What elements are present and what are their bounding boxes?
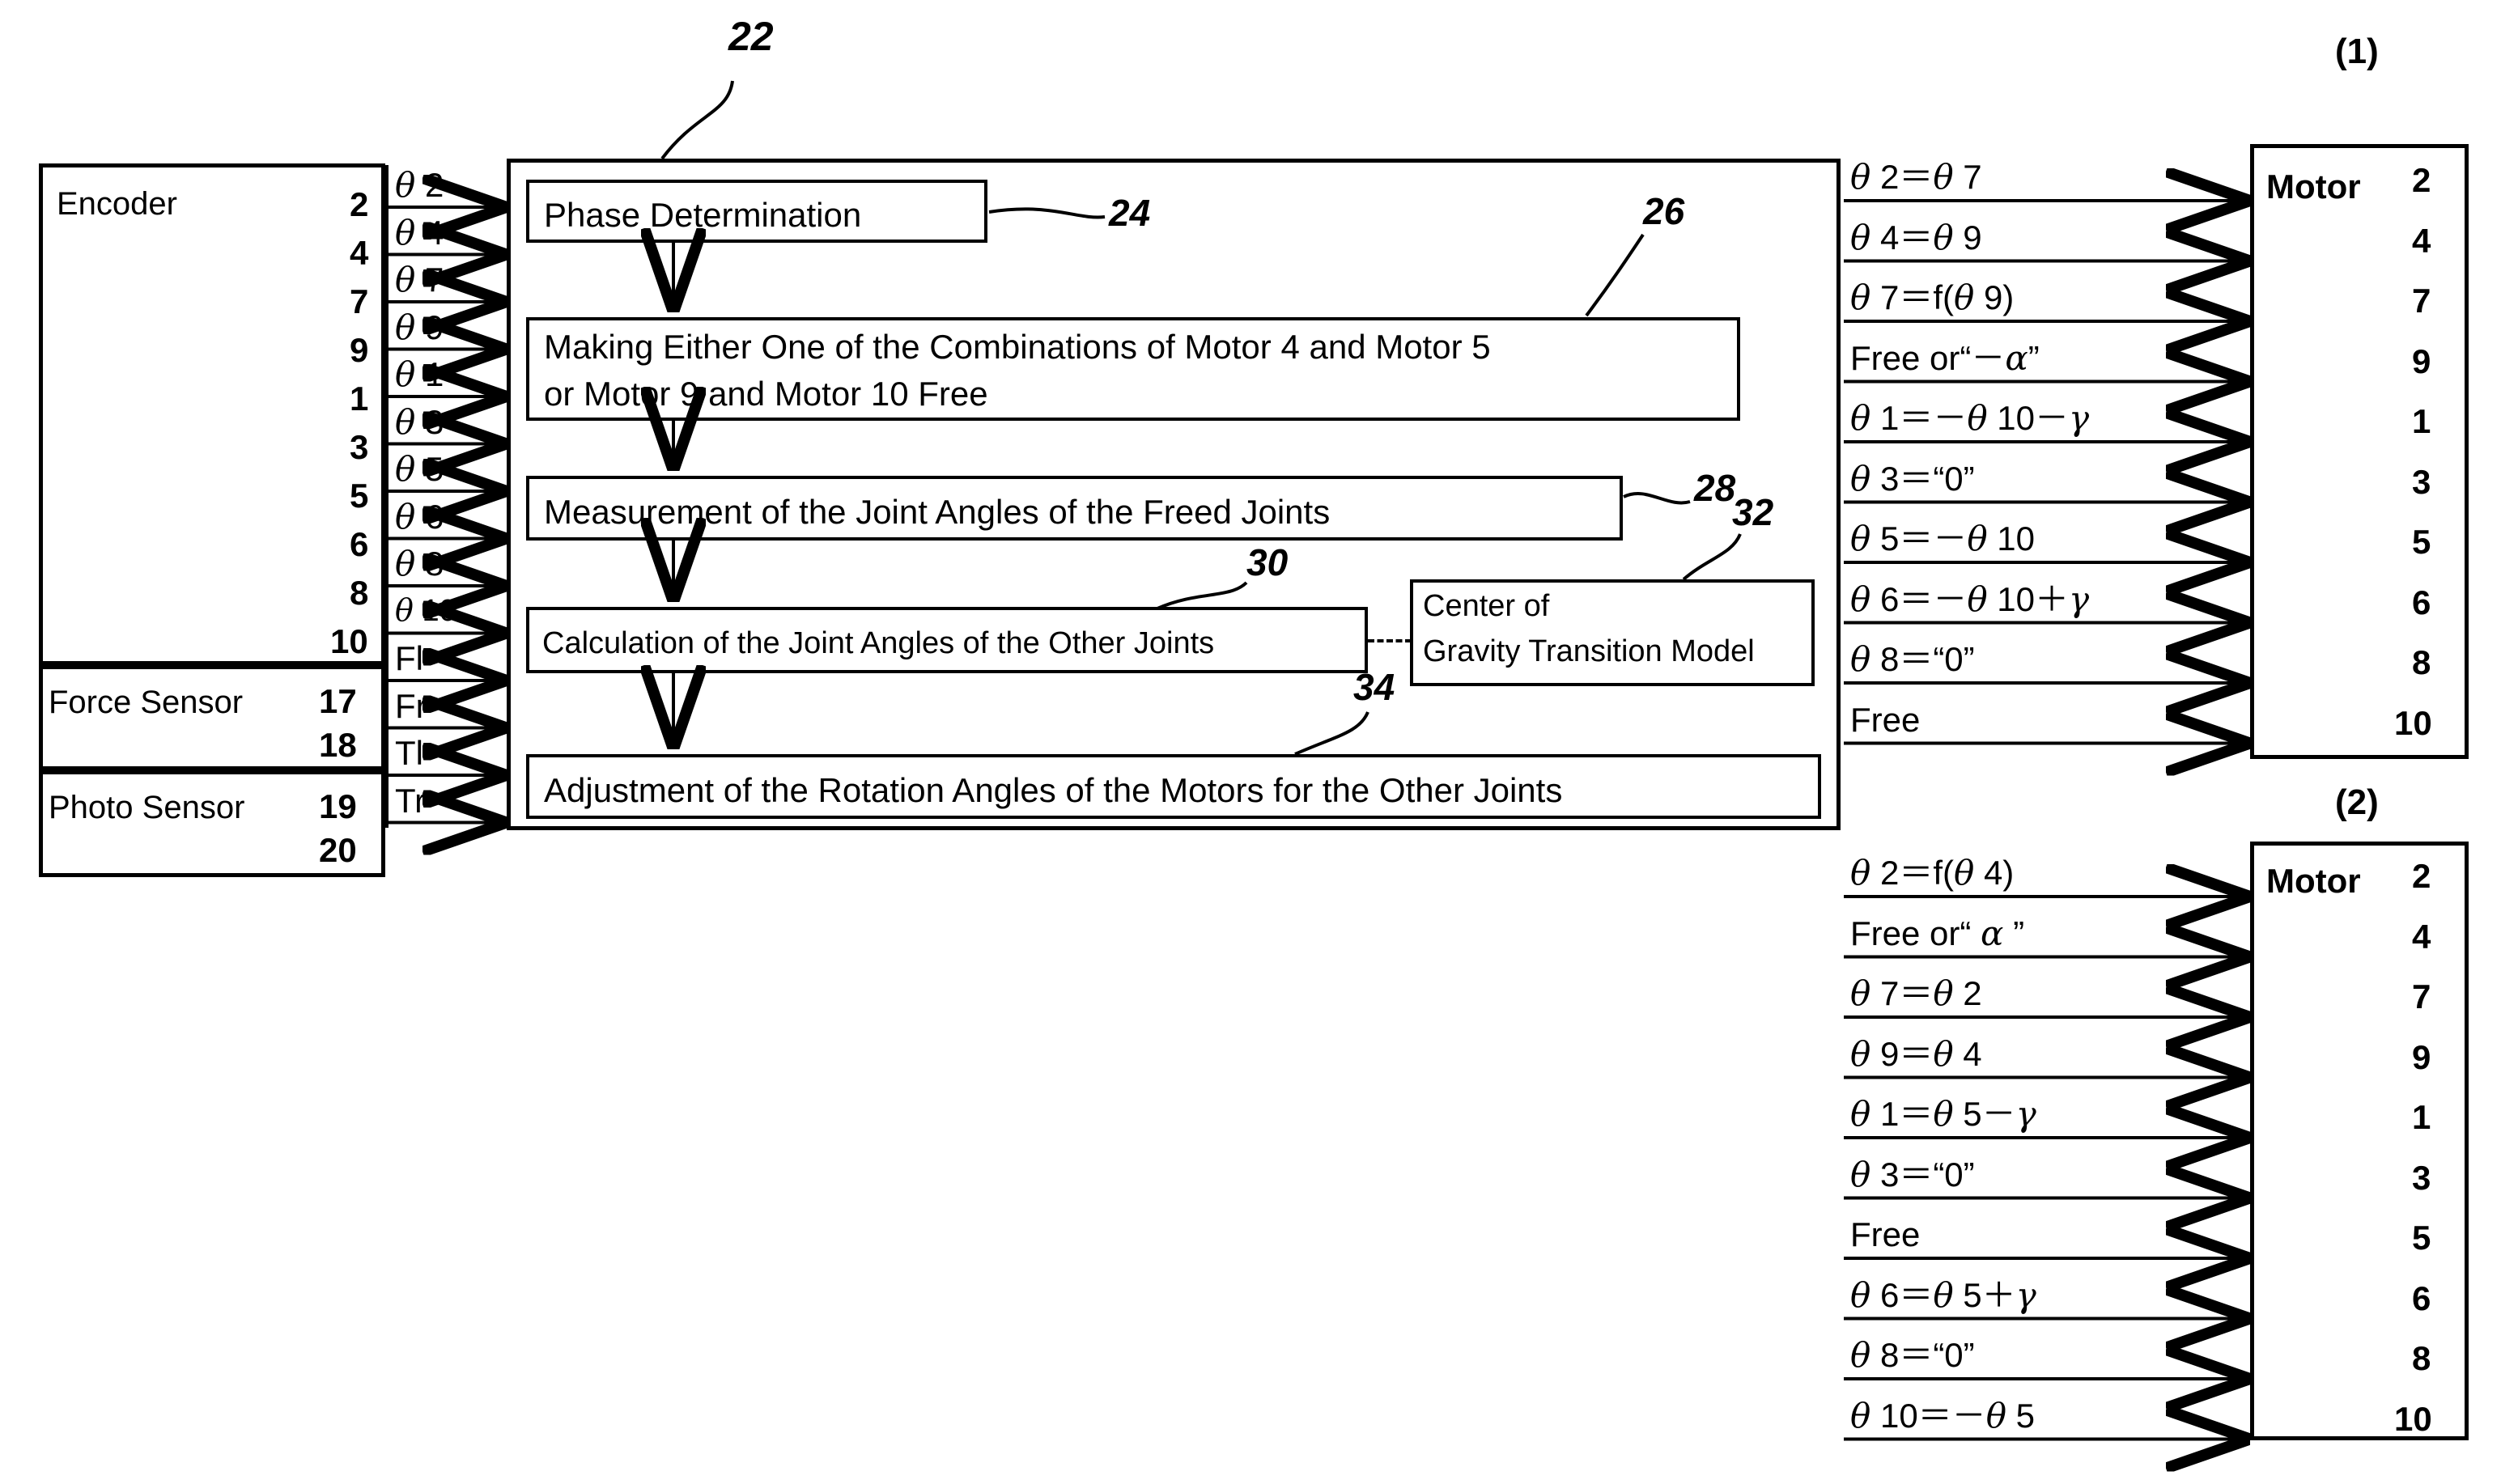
motor-block-1-word: Motor	[2266, 167, 2361, 206]
motor-port-number: 4	[2412, 917, 2431, 956]
input-signal-label: θ 2	[395, 165, 444, 205]
photo-sensor-port-number: 19	[319, 787, 357, 825]
encoder-port-number: 4	[350, 234, 369, 272]
output-signal-label: Free	[1850, 700, 1921, 739]
motor-port-number: 5	[2412, 523, 2431, 561]
output-signal-label: θ 1＝θ 5－γ	[1850, 1094, 2036, 1134]
photo-sensor-label: Photo Sensor	[49, 790, 245, 825]
cog-dashed-connector	[1368, 639, 1412, 642]
process-step-4-text: Calculation of the Joint Angles of the O…	[542, 626, 1215, 660]
input-signal-label: θ 3	[395, 401, 444, 442]
process-step-2-text-l2: or Motor 9 and Motor 10 Free	[544, 375, 988, 413]
motor-port-number: 6	[2412, 1278, 2431, 1317]
ref-34: 34	[1353, 666, 1395, 708]
encoder-label: Encoder	[57, 186, 177, 222]
motor-port-number: 8	[2412, 643, 2431, 681]
motor-port-number: 8	[2412, 1339, 2431, 1377]
encoder-port-number: 5	[350, 477, 369, 515]
motor-port-number: 9	[2412, 341, 2431, 380]
motor-block-2-word: Motor	[2266, 862, 2361, 900]
input-signal-label: θ 9	[395, 307, 444, 347]
cog-model-line1: Center of	[1423, 589, 1550, 623]
force-sensor-port-number: 18	[319, 726, 357, 764]
motor-port-number: 3	[2412, 1158, 2431, 1197]
input-signal-label: θ 4	[395, 212, 444, 252]
input-signal-label: Tr	[395, 781, 427, 820]
output-signal-label: θ 7＝θ 2	[1850, 973, 1982, 1013]
encoder-port-number: 1	[350, 379, 369, 418]
encoder-port-number: 10	[330, 622, 368, 660]
output-signal-label: θ 5＝－θ 10	[1850, 519, 2036, 558]
motor-port-number: 10	[2394, 1399, 2432, 1438]
motor-port-number: 7	[2412, 977, 2431, 1015]
ref-24: 24	[1109, 192, 1151, 234]
process-step-5-text: Adjustment of the Rotation Angles of the…	[544, 771, 1563, 809]
ref-26: 26	[1643, 190, 1685, 232]
encoder-port-number: 3	[350, 428, 369, 466]
output-signal-label: θ 3＝“0”	[1850, 1154, 1975, 1194]
ref-28: 28	[1694, 467, 1736, 509]
motor-block-2	[2250, 842, 2469, 1440]
output-signal-label: Free or“ α ”	[1850, 913, 2025, 953]
input-signal-label: θ 1	[395, 354, 444, 394]
input-signal-label: θ 7	[395, 260, 444, 299]
output-signal-label: θ 3＝“0”	[1850, 458, 1975, 498]
output-signal-label: θ 10＝－θ 5	[1850, 1395, 2036, 1435]
motor-port-number: 3	[2412, 462, 2431, 501]
motor-port-number: 5	[2412, 1219, 2431, 1257]
encoder-port-number: 6	[350, 525, 369, 563]
force-sensor-port-number: 17	[319, 682, 357, 720]
ref-30: 30	[1246, 541, 1289, 583]
output-signal-label: θ 9＝θ 4	[1850, 1033, 1982, 1074]
motor-port-number: 2	[2412, 161, 2431, 199]
motor-port-number: 6	[2412, 583, 2431, 621]
output-group-1-label: (1)	[2335, 32, 2379, 71]
motor-port-number: 9	[2412, 1037, 2431, 1076]
input-signal-label: Tl	[395, 734, 423, 772]
output-signal-label: θ 6＝θ 5＋γ	[1850, 1274, 2036, 1315]
output-signal-label: θ 8＝“0”	[1850, 1335, 1975, 1375]
output-signal-label: Free	[1850, 1215, 1921, 1253]
output-signal-label: θ 2＝f(θ 4)	[1850, 853, 2015, 893]
motor-port-number: 1	[2412, 402, 2431, 440]
output-signal-label: θ 7＝f(θ 9)	[1850, 278, 2015, 317]
output-signal-label: θ 6＝－θ 10＋γ	[1850, 579, 2090, 619]
output-signal-label: θ 2＝θ 7	[1850, 157, 1982, 197]
photo-sensor-port-number: 20	[319, 831, 357, 869]
output-signal-label: Free or“－α”	[1850, 337, 2040, 378]
motor-port-number: 1	[2412, 1098, 2431, 1136]
input-signal-label: θ 5	[395, 449, 444, 489]
output-signal-label: θ 4＝θ 9	[1850, 217, 1982, 257]
input-signal-label: θ 6	[395, 496, 444, 536]
motor-port-number: 7	[2412, 282, 2431, 320]
motor-block-1	[2250, 144, 2469, 759]
input-signal-label: Fr	[395, 686, 427, 725]
process-step-1-text: Phase Determination	[544, 196, 862, 234]
process-step-2-text-l1: Making Either One of the Combinations of…	[544, 328, 1491, 366]
input-signal-label: Fl	[395, 639, 423, 677]
output-signal-label: θ 8＝“0”	[1850, 639, 1975, 679]
encoder-port-number: 7	[350, 282, 369, 320]
encoder-port-number: 9	[350, 331, 369, 369]
process-step-3-text: Measurement of the Joint Angles of the F…	[544, 493, 1331, 531]
encoder-block	[39, 163, 385, 665]
ref-main-22: 22	[728, 14, 774, 59]
ref-32: 32	[1732, 491, 1774, 533]
encoder-port-number: 2	[350, 185, 369, 223]
motor-port-number: 10	[2394, 703, 2432, 742]
input-signal-label: θ 8	[395, 544, 444, 583]
cog-model-line2: Gravity Transition Model	[1423, 634, 1755, 668]
encoder-port-number: 8	[350, 574, 369, 612]
input-signal-label: θ 10	[395, 591, 456, 628]
force-sensor-label: Force Sensor	[49, 685, 244, 720]
output-signal-label: θ 1＝－θ 10－γ	[1850, 398, 2090, 438]
motor-port-number: 2	[2412, 857, 2431, 895]
output-group-2-label: (2)	[2335, 782, 2379, 822]
motor-port-number: 4	[2412, 221, 2431, 260]
